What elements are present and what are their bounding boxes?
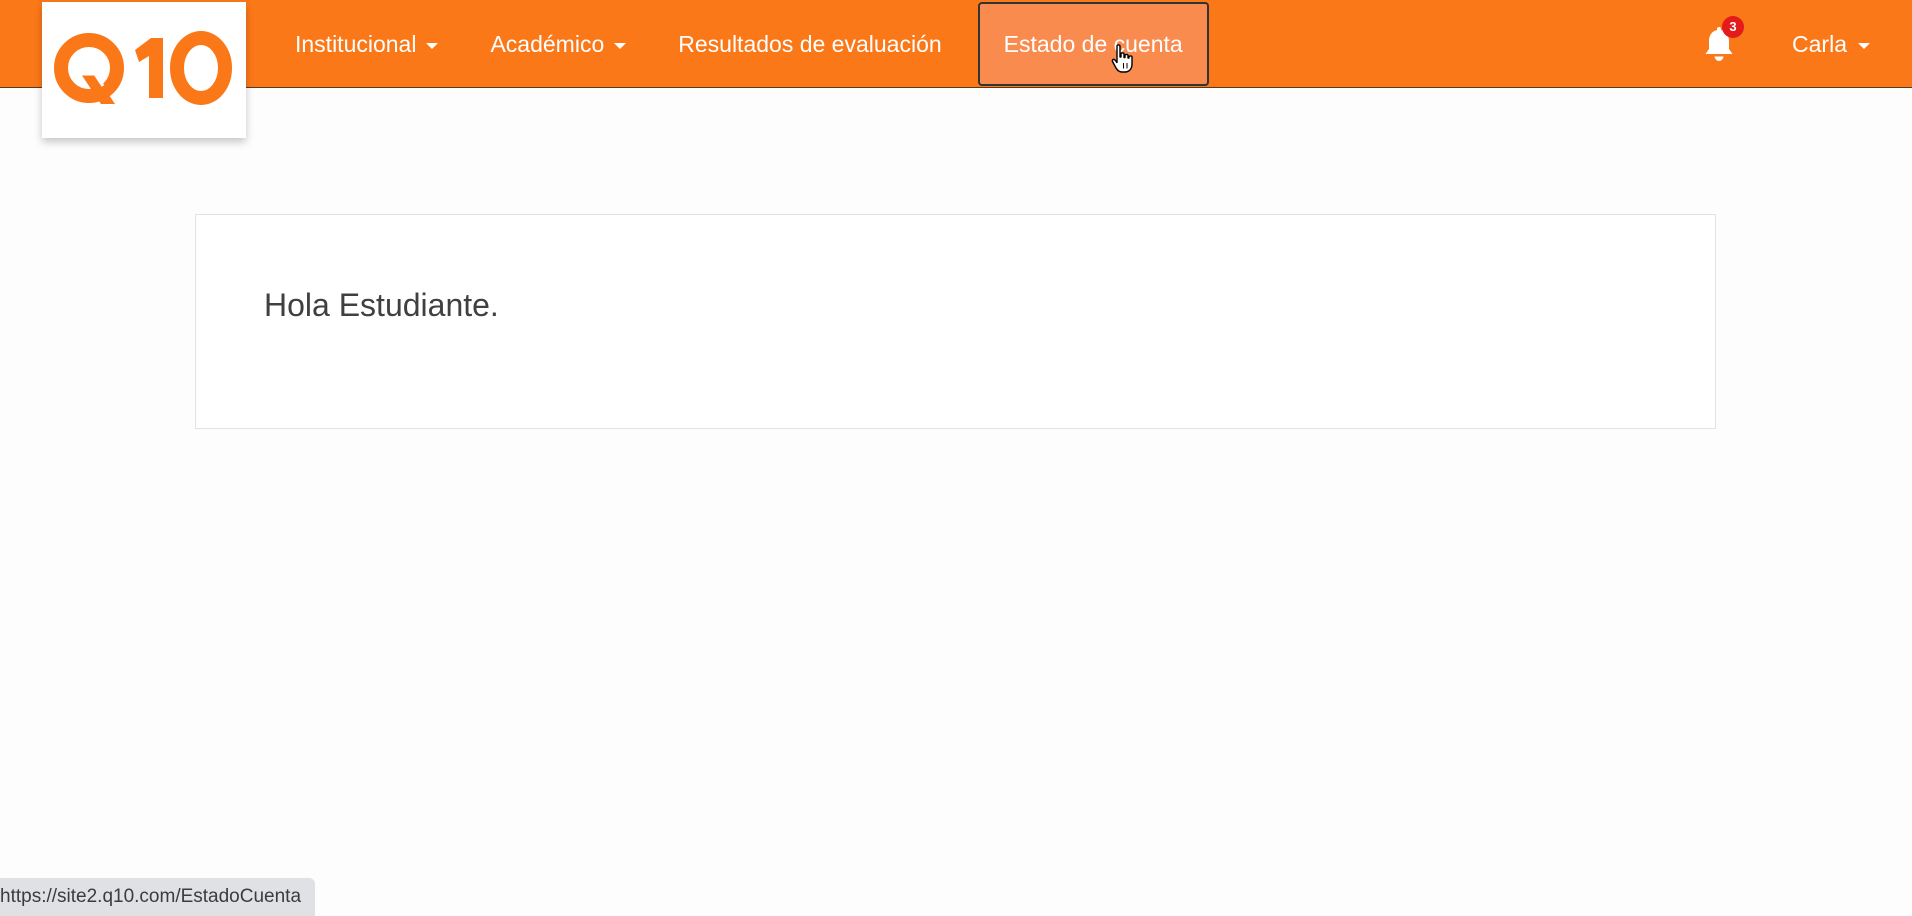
nav-item-resultados-evaluacion[interactable]: Resultados de evaluación: [658, 14, 961, 74]
hand-cursor-icon: [1111, 44, 1133, 73]
nav-item-label: Resultados de evaluación: [678, 30, 942, 57]
nav-item-label: Académico: [490, 30, 605, 57]
user-name: Carla: [1792, 30, 1847, 57]
nav-item-academico[interactable]: Académico: [470, 14, 646, 74]
notifications-button[interactable]: 3: [1702, 16, 1745, 66]
nav-item-institucional[interactable]: Institucional: [275, 14, 458, 74]
q10-logo-icon: [54, 31, 232, 105]
caret-down-icon: [426, 42, 439, 49]
caret-down-icon: [614, 42, 627, 49]
notification-count-badge: 3: [1722, 16, 1745, 38]
status-url: https://site2.q10.com/EstadoCuenta: [0, 886, 302, 907]
caret-down-icon: [1858, 42, 1870, 49]
nav-item-label: Estado de cuenta: [1003, 30, 1183, 57]
greeting-text: Hola Estudiante.: [264, 287, 499, 323]
link-status-bar: https://site2.q10.com/EstadoCuenta: [0, 878, 316, 916]
logo[interactable]: [42, 2, 246, 138]
nav-item-estado-cuenta[interactable]: Estado de cuenta: [977, 2, 1209, 86]
main-nav: Institucional Académico Resultados de ev…: [275, 0, 1221, 88]
top-navbar: Institucional Académico Resultados de ev…: [0, 0, 1912, 88]
page: Institucional Académico Resultados de ev…: [0, 0, 1912, 916]
nav-right: 3 Carla: [1702, 0, 1912, 88]
welcome-card: Hola Estudiante.: [195, 214, 1716, 429]
user-menu[interactable]: Carla: [1792, 31, 1870, 58]
nav-item-label: Institucional: [295, 30, 417, 57]
